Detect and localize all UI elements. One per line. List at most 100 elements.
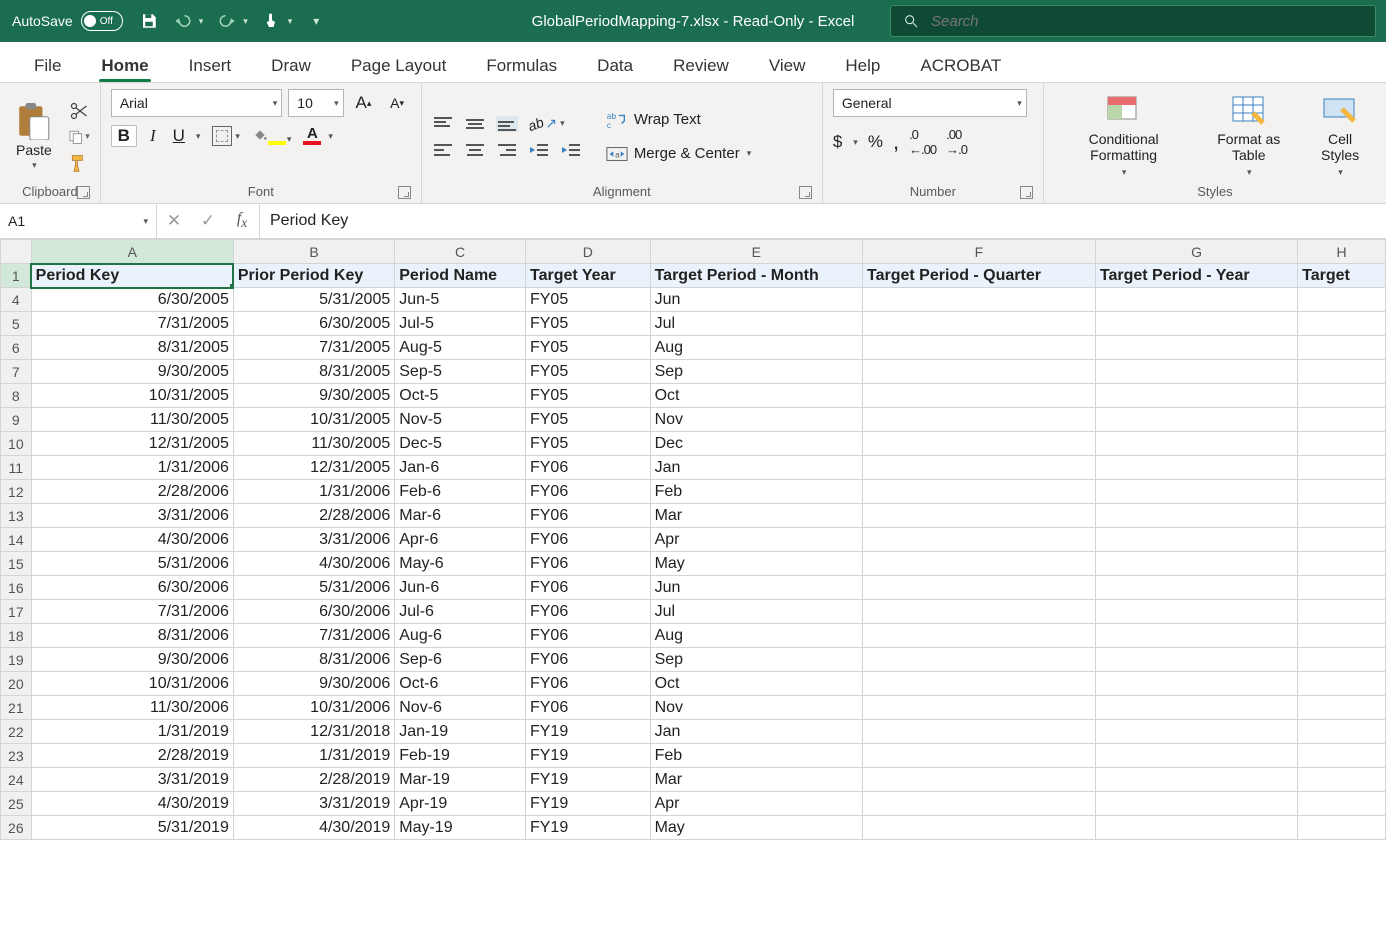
cell[interactable]: [1095, 360, 1297, 384]
cell[interactable]: [1298, 480, 1386, 504]
cell[interactable]: 10/31/2006: [31, 672, 233, 696]
cell[interactable]: Jun-6: [395, 576, 526, 600]
cell[interactable]: 3/31/2019: [233, 792, 394, 816]
decrease-decimal-button[interactable]: .00→.0: [946, 127, 967, 157]
cell[interactable]: Apr: [650, 792, 862, 816]
cell[interactable]: 1/31/2019: [233, 744, 394, 768]
cell[interactable]: [863, 792, 1096, 816]
cell[interactable]: [863, 432, 1096, 456]
cell[interactable]: [1298, 528, 1386, 552]
cell[interactable]: [1095, 312, 1297, 336]
tab-page-layout[interactable]: Page Layout: [331, 56, 466, 82]
tab-draw[interactable]: Draw: [251, 56, 331, 82]
cell[interactable]: FY19: [525, 792, 650, 816]
cell[interactable]: 7/31/2005: [31, 312, 233, 336]
cell[interactable]: Sep-5: [395, 360, 526, 384]
orientation-button[interactable]: ab↗▾: [528, 115, 582, 132]
font-size-combo[interactable]: 10▾: [288, 89, 343, 117]
cell[interactable]: [1095, 720, 1297, 744]
row-header[interactable]: 23: [1, 744, 32, 768]
tab-insert[interactable]: Insert: [169, 56, 252, 82]
cell[interactable]: [1095, 288, 1297, 312]
worksheet-grid[interactable]: ABCDEFGH1Period KeyPrior Period KeyPerio…: [0, 239, 1386, 928]
cell[interactable]: [863, 744, 1096, 768]
select-all-corner[interactable]: [1, 240, 32, 264]
cell[interactable]: FY05: [525, 288, 650, 312]
cell[interactable]: FY06: [525, 624, 650, 648]
cell[interactable]: 3/31/2019: [31, 768, 233, 792]
row-header[interactable]: 8: [1, 384, 32, 408]
row-header[interactable]: 9: [1, 408, 32, 432]
cell[interactable]: [1095, 504, 1297, 528]
cell[interactable]: 3/31/2006: [31, 504, 233, 528]
search-input[interactable]: [929, 12, 1363, 31]
cell[interactable]: [863, 552, 1096, 576]
cell[interactable]: Jan-6: [395, 456, 526, 480]
cell[interactable]: 7/31/2006: [31, 600, 233, 624]
cell[interactable]: [1298, 288, 1386, 312]
save-icon[interactable]: [139, 11, 159, 31]
cell[interactable]: [863, 312, 1096, 336]
cell-styles-button[interactable]: Cell Styles▾: [1304, 95, 1376, 178]
cell[interactable]: Oct-5: [395, 384, 526, 408]
bold-button[interactable]: B: [111, 125, 137, 147]
cell[interactable]: 11/30/2006: [31, 696, 233, 720]
row-header[interactable]: 10: [1, 432, 32, 456]
conditional-formatting-button[interactable]: Conditional Formatting▾: [1054, 95, 1194, 178]
column-header[interactable]: E: [650, 240, 862, 264]
fx-icon[interactable]: fx: [225, 210, 259, 231]
merge-center-button[interactable]: a Merge & Center ▾: [606, 144, 751, 164]
cell[interactable]: [863, 600, 1096, 624]
align-center-icon[interactable]: [464, 142, 486, 158]
cell[interactable]: FY19: [525, 768, 650, 792]
cell[interactable]: [1095, 672, 1297, 696]
cell[interactable]: 7/31/2006: [233, 624, 394, 648]
row-header[interactable]: 16: [1, 576, 32, 600]
cell[interactable]: [1095, 576, 1297, 600]
cell[interactable]: [1298, 648, 1386, 672]
fill-color-button[interactable]: ▾: [252, 127, 292, 145]
shrink-font-button[interactable]: A▾: [383, 89, 411, 117]
cell[interactable]: [1298, 504, 1386, 528]
cell[interactable]: Nov-6: [395, 696, 526, 720]
underline-button[interactable]: U: [169, 126, 189, 146]
tab-help[interactable]: Help: [825, 56, 900, 82]
column-header[interactable]: B: [233, 240, 394, 264]
cell[interactable]: [863, 408, 1096, 432]
row-header[interactable]: 11: [1, 456, 32, 480]
cell[interactable]: [863, 816, 1096, 840]
cell[interactable]: [1095, 600, 1297, 624]
cell[interactable]: [863, 576, 1096, 600]
cell[interactable]: FY06: [525, 456, 650, 480]
search-box[interactable]: [890, 5, 1376, 37]
cell[interactable]: 8/31/2006: [233, 648, 394, 672]
column-header[interactable]: A: [31, 240, 233, 264]
cell[interactable]: Jan-19: [395, 720, 526, 744]
cell[interactable]: Feb: [650, 480, 862, 504]
number-format-combo[interactable]: General▾: [833, 89, 1027, 117]
cell[interactable]: [1298, 720, 1386, 744]
redo-icon[interactable]: [217, 11, 237, 31]
cell[interactable]: 11/30/2005: [233, 432, 394, 456]
cell[interactable]: Jul: [650, 312, 862, 336]
cell[interactable]: May: [650, 816, 862, 840]
cell[interactable]: FY05: [525, 336, 650, 360]
cell[interactable]: Sep: [650, 648, 862, 672]
accounting-format-button[interactable]: $: [833, 132, 842, 152]
align-top-icon[interactable]: [432, 116, 454, 132]
row-header[interactable]: 22: [1, 720, 32, 744]
cell[interactable]: 10/31/2005: [31, 384, 233, 408]
cell[interactable]: 10/31/2006: [233, 696, 394, 720]
dialog-launcher-icon[interactable]: [398, 186, 411, 199]
cell[interactable]: 9/30/2006: [233, 672, 394, 696]
cell[interactable]: 6/30/2005: [31, 288, 233, 312]
row-header[interactable]: 19: [1, 648, 32, 672]
cell[interactable]: [1095, 744, 1297, 768]
cell[interactable]: 8/31/2005: [233, 360, 394, 384]
cell[interactable]: 4/30/2006: [31, 528, 233, 552]
cell[interactable]: 1/31/2006: [31, 456, 233, 480]
paste-button[interactable]: Paste ▾: [10, 98, 58, 175]
italic-button[interactable]: I: [143, 126, 163, 146]
cell[interactable]: FY19: [525, 720, 650, 744]
cell[interactable]: [863, 648, 1096, 672]
